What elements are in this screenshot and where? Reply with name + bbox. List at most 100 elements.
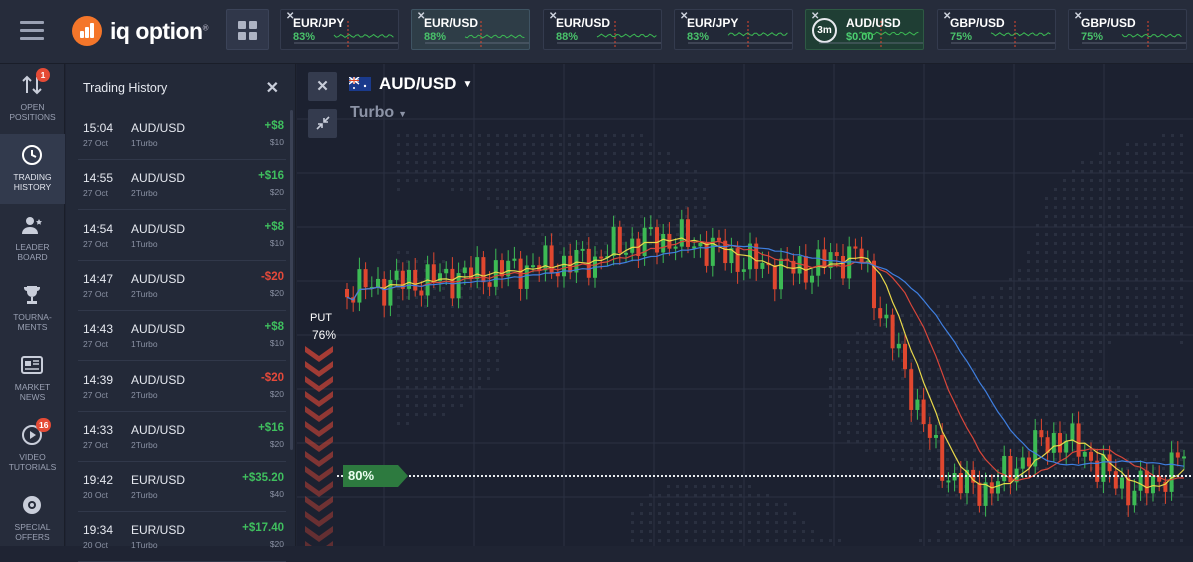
trade-time: 15:04 [83, 121, 114, 135]
chart-area[interactable]: ✕ AUD/USD ▼ Turbo ▼ PUT 76% 80% [297, 64, 1193, 546]
asset-grid-button[interactable] [226, 9, 269, 50]
trade-expiry: 2Turbo [131, 439, 158, 450]
candle-body [816, 249, 821, 276]
au-flag-icon [348, 76, 371, 91]
candle-body [735, 248, 740, 272]
trade-profit: -$20 [260, 270, 284, 283]
mode-selector[interactable]: Turbo ▼ [350, 104, 407, 122]
nav-label: SPECIAL OFFERS [14, 522, 51, 542]
trade-date: 20 Oct [83, 540, 109, 551]
price-chart [297, 64, 1193, 546]
panel-title: Trading History [83, 81, 168, 95]
trade-date: 20 Oct [83, 490, 109, 501]
nav-video-tutorials[interactable]: 16 VIDEO TUTORIALS [0, 414, 65, 484]
history-row[interactable]: 14:55 27 Oct AUD/USD 2Turbo +$16 $20 [78, 160, 286, 211]
candle-body [382, 278, 387, 306]
candle-body [1126, 477, 1131, 506]
payout-tag: 80% [343, 465, 408, 487]
put-chevron [305, 436, 333, 452]
put-chevron [305, 406, 333, 422]
left-nav: 1 OPEN POSITIONS TRADING HISTORY LEADER BOA… [0, 64, 65, 546]
candle-body [1101, 454, 1106, 482]
history-row[interactable]: 14:39 27 Oct AUD/USD 2Turbo -$20 $20 [78, 362, 286, 412]
candle-body [977, 482, 982, 506]
scrollbar[interactable] [290, 110, 293, 450]
trade-asset: AUD/USD [131, 121, 186, 135]
chevron-down-icon: ▼ [462, 78, 473, 90]
candle-body [481, 257, 486, 283]
trade-stake: $10 [269, 237, 284, 248]
asset-tab[interactable]: ✕ GBP/USD 75% [937, 9, 1056, 50]
history-row[interactable]: 19:42 20 Oct EUR/USD 2Turbo +$35.20 $40 [78, 462, 286, 513]
trade-profit: +$35.20 [242, 472, 284, 485]
put-chevron [305, 376, 333, 392]
history-row[interactable]: 15:04 27 Oct AUD/USD 1Turbo +$8 $10 [78, 110, 286, 160]
asset-tab[interactable]: ✕ 3m AUD/USD $0.00 [805, 9, 924, 50]
logo: iq option® [72, 14, 209, 48]
candle-body [890, 314, 895, 349]
candle-body [698, 242, 703, 247]
close-chart-button[interactable]: ✕ [308, 72, 337, 101]
asset-tab[interactable]: ✕ EUR/JPY 83% [280, 9, 399, 50]
nav-label: MARKET NEWS [14, 382, 51, 402]
history-row[interactable]: 19:34 20 Oct EUR/USD 1Turbo +$17.40 $20 [78, 512, 286, 562]
candle-body [673, 246, 678, 249]
logo-icon [72, 16, 102, 46]
menu-icon[interactable] [20, 21, 44, 41]
candle-body [934, 434, 938, 438]
history-row[interactable]: 14:33 27 Oct AUD/USD 2Turbo +$16 $20 [78, 412, 286, 462]
mini-sparkline [688, 21, 792, 47]
collapse-chart-button[interactable] [308, 109, 337, 138]
candle-body [1175, 452, 1180, 458]
candle-body [394, 270, 399, 280]
trade-stake: $20 [269, 287, 284, 298]
trade-date: 27 Oct [83, 389, 109, 400]
nav-trading-history[interactable]: TRADING HISTORY [0, 134, 65, 204]
nav-label: LEADER BOARD [15, 242, 50, 262]
candle-body [878, 308, 883, 319]
trade-date: 27 Oct [83, 339, 109, 350]
candle-body [512, 258, 517, 261]
nav-label: TRADING HISTORY [13, 172, 52, 192]
candle-body [475, 257, 480, 279]
candle-body [617, 226, 622, 253]
trade-profit: +$16 [258, 421, 284, 434]
nav-open-positions[interactable]: 1 OPEN POSITIONS [0, 64, 65, 134]
candle-body [648, 227, 653, 230]
asset-tab[interactable]: ✕ EUR/JPY 83% [674, 9, 793, 50]
asset-name: AUD/USD [379, 74, 457, 93]
candle-body [853, 246, 858, 249]
history-row[interactable]: 14:47 27 Oct AUD/USD 2Turbo -$20 $20 [78, 261, 286, 311]
candle-body [1051, 433, 1056, 453]
trade-date: 27 Oct [83, 288, 109, 299]
nav-leader-board[interactable]: LEADER BOARD [0, 204, 65, 274]
mini-sparkline [951, 21, 1055, 47]
trade-time: 14:33 [83, 422, 114, 437]
nav-market-news[interactable]: MARKET NEWS [0, 344, 65, 414]
trade-expiry: 2Turbo [131, 490, 158, 501]
asset-tab[interactable]: ✕ EUR/USD 88% [411, 9, 530, 50]
mini-sparkline [294, 21, 398, 47]
asset-tab[interactable]: ✕ GBP/USD 75% [1068, 9, 1187, 50]
trade-profit: +$17.40 [242, 522, 284, 535]
gear-badge-icon [20, 493, 44, 517]
history-row[interactable]: 14:43 27 Oct AUD/USD 1Turbo +$8 $10 [78, 311, 286, 362]
asset-selector[interactable]: AUD/USD ▼ [348, 74, 473, 94]
logo-text: iq option® [110, 17, 209, 44]
candle-body [1138, 470, 1143, 491]
top-bar: iq option® ✕ EUR/JPY 83% ✕ EUR/USD 88% ✕ EUR/US… [0, 0, 1193, 64]
trade-profit: +$8 [264, 220, 284, 233]
newspaper-icon [20, 353, 44, 377]
mode-label: Turbo [350, 104, 395, 121]
nav-special-offers[interactable]: SPECIAL OFFERS [0, 484, 65, 554]
candle-body [376, 278, 380, 287]
candle-body [1002, 455, 1007, 482]
close-icon[interactable]: ✕ [266, 78, 279, 98]
trade-time: 14:39 [83, 372, 114, 387]
asset-tab[interactable]: ✕ EUR/USD 88% [543, 9, 662, 50]
candle-body [419, 290, 424, 296]
candle-body [1070, 423, 1075, 442]
candle-body [1082, 451, 1087, 457]
history-row[interactable]: 14:54 27 Oct AUD/USD 1Turbo +$8 $10 [78, 211, 286, 261]
nav-tournaments[interactable]: TOURNA- MENTS [0, 274, 65, 344]
